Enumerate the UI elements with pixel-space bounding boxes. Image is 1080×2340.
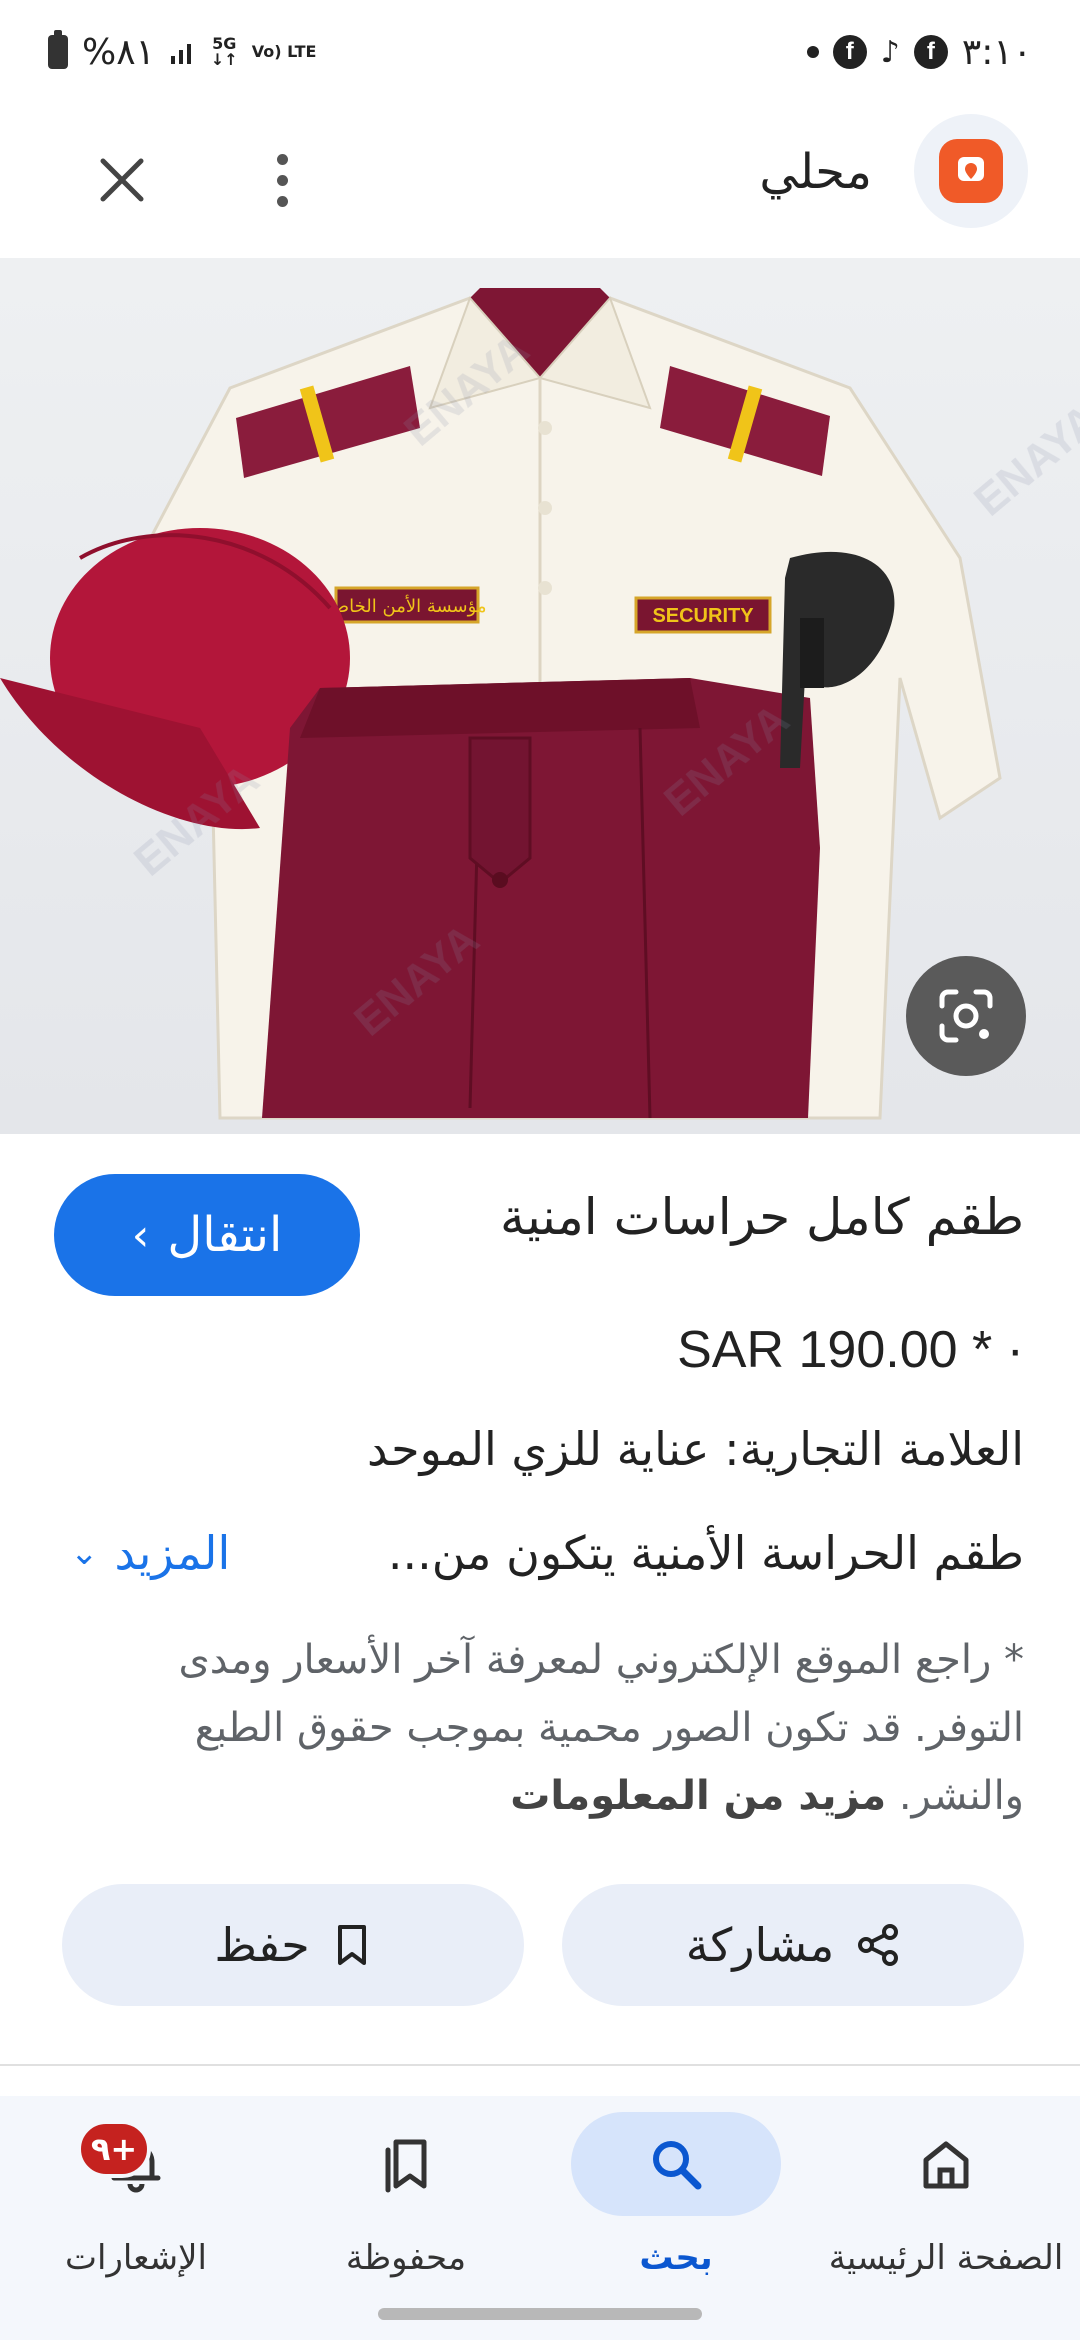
svg-text:ENAYA: ENAYA [965,394,1080,525]
signal-icon [170,44,191,64]
facebook-icon: f [913,35,948,69]
product-title: طقم كامل حراسات امنية [500,1188,1024,1246]
save-button[interactable]: حفظ [62,1884,524,2006]
nav-home-label: الصفحة الرئيسية [828,2238,1064,2278]
product-image[interactable]: مؤسسة الأمن الخاص SECURITY ENAYA ENAYA E… [0,258,1080,1134]
status-left: %٨١ 5G ↓↑ Vo) LTE [48,28,316,76]
site-logo[interactable] [914,114,1028,228]
chevron-down-icon: ⌄ [70,1533,99,1573]
bottom-navigation: الصفحة الرئيسية بحث محفوظة +٩ الإشعارات [0,2096,1080,2340]
nav-search-label: بحث [639,2238,713,2278]
nav-notifications[interactable]: +٩ الإشعارات [6,2112,266,2302]
share-icon [858,1924,899,1966]
bookmark-icon [337,1925,366,1965]
product-price: SAR 190.00 * · [677,1321,1024,1379]
visit-button[interactable]: انتقال › [54,1174,360,1296]
battery-level: %٨١ [82,31,155,73]
close-button[interactable] [82,140,162,220]
product-description: طقم الحراسة الأمنية يتكون من... [387,1526,1024,1580]
volte-indicator: Vo) LTE [251,42,317,61]
share-button[interactable]: مشاركة [562,1884,1024,2006]
search-icon [653,2141,702,2190]
chevron-right-icon: › [131,1209,150,1261]
more-info-link[interactable]: مزيد من المعلومات [510,1773,886,1819]
more-button[interactable]: المزيد ⌄ [70,1526,230,1580]
network-5g-indicator: 5G ↓↑ [210,34,238,69]
copyright-notice: * راجع الموقع الإلكتروني لمعرفة آخر الأس… [64,1626,1024,1830]
nav-notifications-label: الإشعارات [65,2238,207,2278]
notification-dot-icon [806,46,819,58]
share-label: مشاركة [685,1918,835,1972]
collections-bookmark-icon [385,2139,427,2193]
patch-arabic-text: مؤسسة الأمن الخاص [327,595,486,617]
facebook-icon: f [832,35,867,69]
title-row: طقم كامل حراسات امنية انتقال › [0,1170,1080,1300]
product-brand: العلامة التجارية: عناية للزي الموحد [367,1422,1024,1476]
status-right: f ♪ f ٣:١٠ [806,28,1032,76]
save-label: حفظ [214,1918,310,1972]
location-pin-icon [958,157,984,181]
nav-saved[interactable]: محفوظة [276,2112,536,2302]
status-bar: %٨١ 5G ↓↑ Vo) LTE f ♪ f ٣:١٠ [0,0,1080,100]
divider [0,2064,1080,2066]
more-label: المزيد [114,1526,231,1580]
nav-saved-label: محفوظة [345,2238,467,2278]
battery-icon [48,30,68,69]
visit-button-label: انتقال [167,1207,283,1263]
nav-search[interactable]: بحث [546,2112,806,2302]
more-vert-icon [276,153,288,165]
result-header: محلي [0,100,1080,258]
lens-camera-icon [939,989,993,1043]
tiktok-icon: ♪ [880,34,900,70]
nav-home[interactable]: الصفحة الرئيسية [816,2112,1076,2302]
site-name[interactable]: محلي [759,144,872,200]
description-row: طقم الحراسة الأمنية يتكون من... المزيد ⌄ [0,1526,1080,1596]
clock: ٣:١٠ [961,31,1032,73]
home-icon [923,2141,969,2189]
close-icon [100,158,144,202]
patch-security-text: SECURITY [652,605,754,627]
notification-badge: +٩ [77,2120,151,2178]
google-lens-button[interactable] [906,956,1026,1076]
more-options-button[interactable] [250,140,314,220]
gesture-bar[interactable] [378,2308,702,2320]
action-buttons: مشاركة حفظ [0,1884,1080,2006]
